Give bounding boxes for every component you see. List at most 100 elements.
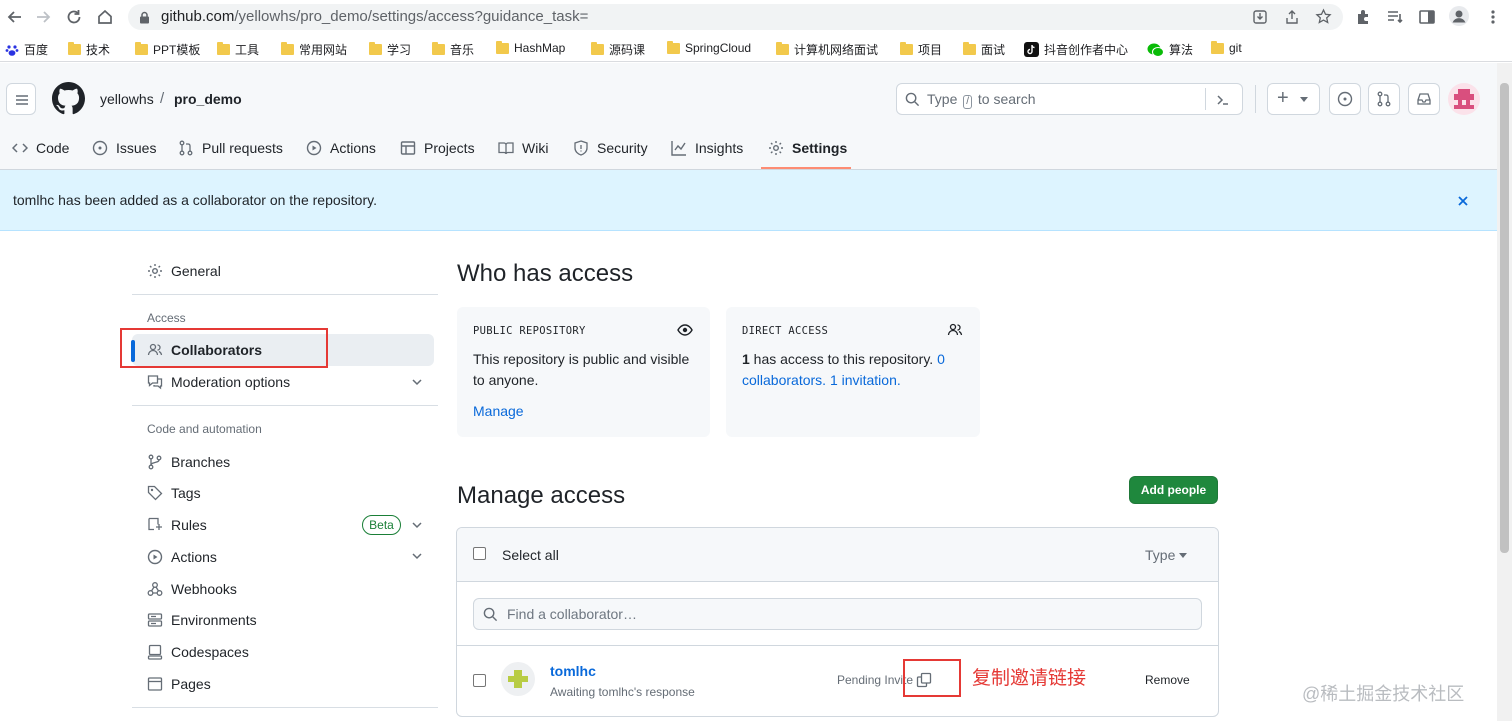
bookmark-folder[interactable]: 面试 [963,41,1005,58]
hamburger-menu-button[interactable] [6,83,36,115]
collaborators-link[interactable]: collaborators [742,372,822,388]
row-checkbox[interactable] [473,674,486,687]
sidebar-item-label: Webhooks [171,581,237,597]
folder-icon [432,42,445,55]
issues-button[interactable] [1329,83,1361,115]
menu-kebab-icon[interactable] [1484,8,1502,26]
sidebar-item-rules[interactable]: Rules [147,513,207,537]
select-all-label[interactable]: Select all [502,547,559,563]
tab-actions[interactable]: Actions [306,137,376,159]
card-label: DIRECT ACCESS [742,325,829,337]
graph-icon [671,141,686,156]
sidebar-item-branches[interactable]: Branches [147,450,230,474]
annotation-highlight-copy [903,659,961,697]
chevron-down-icon[interactable] [411,376,423,388]
sidebar-item-codespaces[interactable]: Codespaces [147,640,249,664]
bookmark-folder[interactable]: 工具 [217,41,259,58]
sidebar-item-pages[interactable]: Pages [147,672,211,696]
breadcrumb-repo[interactable]: pro_demo [174,91,242,107]
card-text-line: This repository is public and visible [473,351,690,367]
scrollbar-thumb[interactable] [1500,83,1509,553]
bookmark-folder[interactable]: PPT模板 [135,41,200,58]
sidebar-item-actions[interactable]: Actions [147,545,217,569]
caret-down-icon[interactable] [1179,553,1187,558]
manage-link[interactable]: Manage [473,403,524,419]
tab-code[interactable]: Code [12,137,69,159]
reload-icon[interactable] [65,8,83,26]
search-input[interactable]: Type / to search [896,83,1243,115]
chevron-down-icon[interactable] [411,519,423,531]
tab-security[interactable]: Security [573,137,648,159]
breadcrumb-owner[interactable]: yellowhs [100,91,154,107]
folder-icon [496,40,509,54]
tab-label: Actions [330,140,376,156]
sidebar-item-moderation[interactable]: Moderation options [147,370,290,394]
install-icon[interactable] [1252,9,1268,25]
find-collaborator-input[interactable]: Find a collaborator… [473,598,1202,630]
back-icon[interactable] [6,8,24,26]
pull-request-icon [179,140,193,156]
sidebar-item-webhooks[interactable]: Webhooks [147,577,237,601]
sidebar-item-label: Codespaces [171,644,249,660]
chevron-down-icon[interactable] [411,550,423,562]
bookmark-label: 算法 [1169,43,1194,57]
bookmark-folder[interactable]: 音乐 [432,41,474,58]
bookmark-label: 源码课 [609,43,646,57]
github-logo-icon[interactable] [52,82,85,115]
lock-icon[interactable] [139,11,150,24]
bookmark-folder[interactable]: 源码课 [591,41,645,58]
close-icon[interactable] [1455,193,1471,209]
bookmark-suanfa[interactable]: 算法 [1147,41,1193,58]
inbox-button[interactable] [1408,83,1440,115]
pull-requests-button[interactable] [1368,83,1400,115]
command-palette-icon[interactable] [1215,92,1231,108]
bookmark-baidu[interactable]: 百度 [5,41,48,58]
bookmark-folder[interactable]: 技术 [68,41,110,58]
bookmark-folder[interactable]: 学习 [369,41,411,58]
profile-icon[interactable] [1449,6,1469,26]
tab-wiki[interactable]: Wiki [498,137,548,159]
star-icon[interactable] [1315,8,1332,25]
extensions-icon[interactable] [1354,8,1372,26]
caret-down-icon [1300,97,1308,102]
tab-projects[interactable]: Projects [400,137,475,159]
direct-access-text: has access to this repository. [749,351,938,367]
invitation-link[interactable]: 1 invitation [830,372,897,388]
type-filter-dropdown[interactable]: Type [1145,547,1175,563]
share-icon[interactable] [1284,9,1300,25]
find-placeholder: Find a collaborator… [507,606,637,622]
tab-issues[interactable]: Issues [92,137,156,159]
add-people-button[interactable]: Add people [1129,476,1218,504]
bookmark-douyin[interactable]: 抖音创作者中心 [1024,41,1128,58]
public-repository-card: PUBLIC REPOSITORY This repository is pub… [457,307,710,437]
sidebar-item-tags[interactable]: Tags [147,481,201,505]
bookmark-folder[interactable]: 项目 [900,41,942,58]
avatar[interactable] [1448,83,1480,115]
side-panel-icon[interactable] [1418,8,1436,26]
reading-list-icon[interactable] [1386,8,1404,26]
sidebar-item-environments[interactable]: Environments [147,608,257,632]
tab-label: Projects [424,140,475,156]
bookmark-label: PPT模板 [153,43,201,57]
forward-icon[interactable] [34,8,52,26]
bookmark-folder[interactable]: 计算机网络面试 [776,41,878,58]
select-all-checkbox[interactable] [473,547,486,560]
bookmark-folder[interactable]: HashMap [496,40,565,55]
home-icon[interactable] [96,8,114,26]
collaborator-name-link[interactable]: tomlhc [550,663,596,679]
collaborator-status-text: Awaiting tomlhc's response [550,685,695,699]
bookmark-folder[interactable]: git [1211,40,1242,55]
create-new-button[interactable]: + [1267,83,1320,115]
address-bar[interactable]: github.com/yellowhs/pro_demo/settings/ac… [128,4,1343,30]
sidebar-divider [132,405,438,406]
sidebar-item-general[interactable]: General [147,259,221,283]
bookmark-folder[interactable]: 常用网站 [281,41,347,58]
tab-settings[interactable]: Settings [768,137,847,159]
tab-pull-requests[interactable]: Pull requests [178,137,283,159]
bookmark-folder[interactable]: SpringCloud [667,40,751,55]
collaborators-count-link[interactable]: 0 [937,351,945,367]
baidu-paw-icon [5,43,19,57]
remove-button[interactable]: Remove [1145,673,1190,687]
tab-insights[interactable]: Insights [671,137,743,159]
url-text[interactable]: github.com/yellowhs/pro_demo/settings/ac… [161,8,588,25]
